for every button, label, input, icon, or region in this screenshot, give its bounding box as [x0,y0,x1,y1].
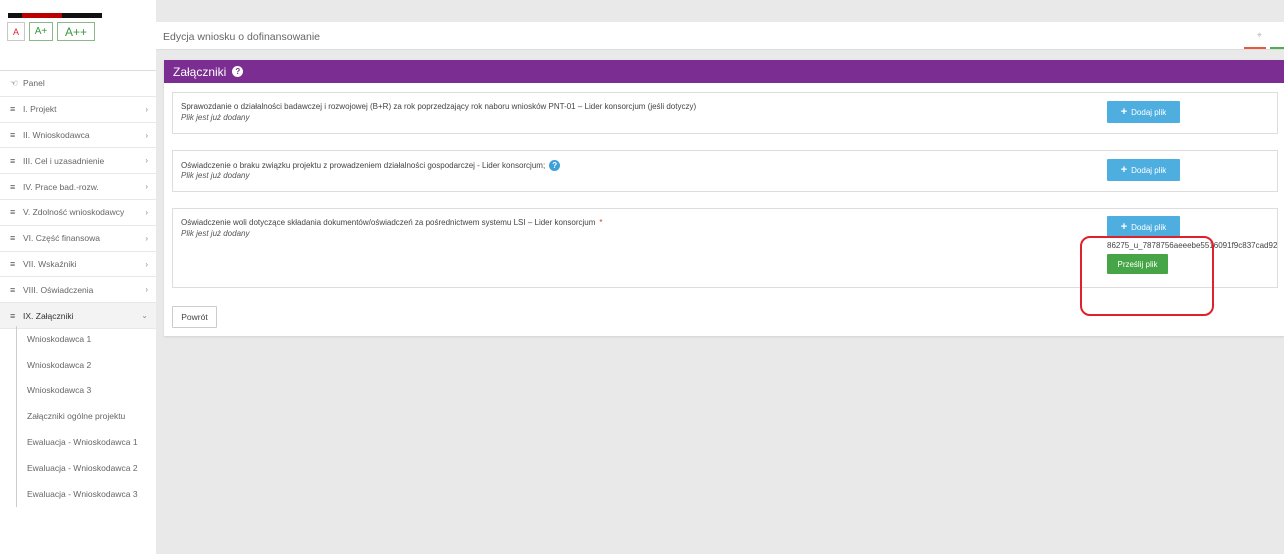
status-bar-green [1270,47,1284,49]
back-button[interactable]: Powrót [172,306,217,328]
add-file-button[interactable]: + Dodaj plik [1107,216,1180,238]
attachment-description: Sprawozdanie o działalności badawczej i … [181,102,697,111]
attachment-status: Plik jest już dodany [181,113,250,122]
sidebar-item-label: I. Projekt [23,104,57,115]
submenu-item-ewaluacja-3[interactable]: Ewaluacja - Wnioskodawca 3 [16,480,156,507]
attachment-row: Oświadczenie o braku związku projektu z … [172,150,1278,192]
chevron-down-icon: ⌄ [141,311,148,321]
sidebar-item-label: Panel [23,78,45,89]
submenu-item-zalaczniki-ogolne[interactable]: Załączniki ogólne projektu [16,403,156,430]
submenu-item-wnioskodawca-3[interactable]: Wnioskodawca 3 [16,377,156,404]
list-icon: ≡ [10,129,16,140]
submenu-item-ewaluacja-2[interactable]: Ewaluacja - Wnioskodawca 2 [16,454,156,481]
chevron-right-icon: › [145,130,148,140]
expand-icon[interactable]: ⌖ [1257,30,1262,41]
sidebar-item-oswiadczenia[interactable]: ≡ VIII. Oświadczenia › [0,277,156,304]
add-file-button[interactable]: + Dodaj plik [1107,101,1180,123]
plus-icon: + [1120,106,1128,118]
font-size-xlarge-button[interactable]: A++ [57,22,95,41]
list-icon: ≡ [10,258,16,269]
sidebar-item-projekt[interactable]: ≡ I. Projekt › [0,97,156,123]
list-icon: ≡ [10,284,16,295]
sidebar-item-prace[interactable]: ≡ IV. Prace bad.-rozw. › [0,174,156,200]
font-size-controls: A A+ A++ [7,22,95,41]
chevron-right-icon: › [145,182,148,192]
help-icon[interactable]: ? [549,160,561,171]
attachment-row: Sprawozdanie o działalności badawczej i … [172,92,1278,134]
attachment-description: Oświadczenie woli dotyczące składania do… [181,218,603,227]
chevron-right-icon: › [145,207,148,217]
sidebar-nav: ☜ Panel ≡ I. Projekt › ≡ II. Wnioskodawc… [0,71,156,329]
sidebar-item-label: VIII. Oświadczenia [23,284,94,295]
attachment-description: Oświadczenie o braku związku projektu z … [181,160,561,171]
submenu-item-wnioskodawca-2[interactable]: Wnioskodawca 2 [16,351,156,378]
page-header: Edycja wniosku o dofinansowanie ⌖ [156,22,1284,50]
sidebar-item-label: VI. Część finansowa [23,233,101,244]
list-icon: ≡ [10,181,16,192]
sidebar-item-panel[interactable]: ☜ Panel [0,71,156,97]
sidebar-item-wskazniki[interactable]: ≡ VII. Wskaźniki › [0,252,156,278]
sidebar-item-zdolnosc[interactable]: ≡ V. Zdolność wnioskodawcy › [0,200,156,226]
list-icon: ≡ [10,104,16,115]
section-title: Załączniki [173,64,227,79]
home-icon: ☜ [10,77,19,88]
logo-bar [8,13,102,18]
sidebar-item-label: IV. Prace bad.-rozw. [23,181,99,192]
sidebar-item-wnioskodawca[interactable]: ≡ II. Wnioskodawca › [0,123,156,149]
section-header: Załączniki ? [164,60,1284,83]
chevron-right-icon: › [145,259,148,269]
sidebar-item-label: VII. Wskaźniki [23,258,77,269]
sidebar-item-finansowa[interactable]: ≡ VI. Część finansowa › [0,226,156,252]
sidebar-item-label: IX. Załączniki [23,310,74,321]
add-file-button[interactable]: + Dodaj plik [1107,159,1180,181]
chevron-right-icon: › [145,233,148,243]
submenu-item-wnioskodawca-1[interactable]: Wnioskodawca 1 [16,326,156,352]
list-icon: ≡ [10,155,16,166]
required-marker: * [599,218,603,227]
attachment-status: Plik jest już dodany [181,171,250,180]
font-size-normal-button[interactable]: A [7,22,25,41]
submenu-item-ewaluacja-1[interactable]: Ewaluacja - Wnioskodawca 1 [16,429,156,455]
plus-icon: + [1120,164,1128,176]
chevron-right-icon: › [145,156,148,166]
list-icon: ≡ [10,207,16,218]
list-icon: ≡ [10,233,16,244]
chevron-right-icon: › [145,104,148,114]
page-title: Edycja wniosku o dofinansowanie [163,31,321,43]
sidebar-item-label: II. Wnioskodawca [23,129,90,140]
font-size-large-button[interactable]: A+ [29,22,53,41]
chevron-right-icon: › [145,285,148,295]
attachment-status: Plik jest już dodany [181,229,250,238]
sidebar-item-cel[interactable]: ≡ III. Cel i uzasadnienie › [0,148,156,175]
help-icon[interactable]: ? [232,66,244,77]
highlight-annotation [1080,236,1214,316]
plus-icon: + [1120,221,1128,233]
status-bar-red [1244,47,1266,49]
list-icon: ≡ [10,310,16,321]
sidebar-item-label: III. Cel i uzasadnienie [23,155,105,166]
sidebar-item-label: V. Zdolność wnioskodawcy [23,207,125,218]
sidebar: A A+ A++ ☜ Panel ≡ I. Projekt › ≡ II. Wn… [0,0,156,554]
sidebar-submenu: Wnioskodawca 1 Wnioskodawca 2 Wnioskodaw… [0,326,156,507]
